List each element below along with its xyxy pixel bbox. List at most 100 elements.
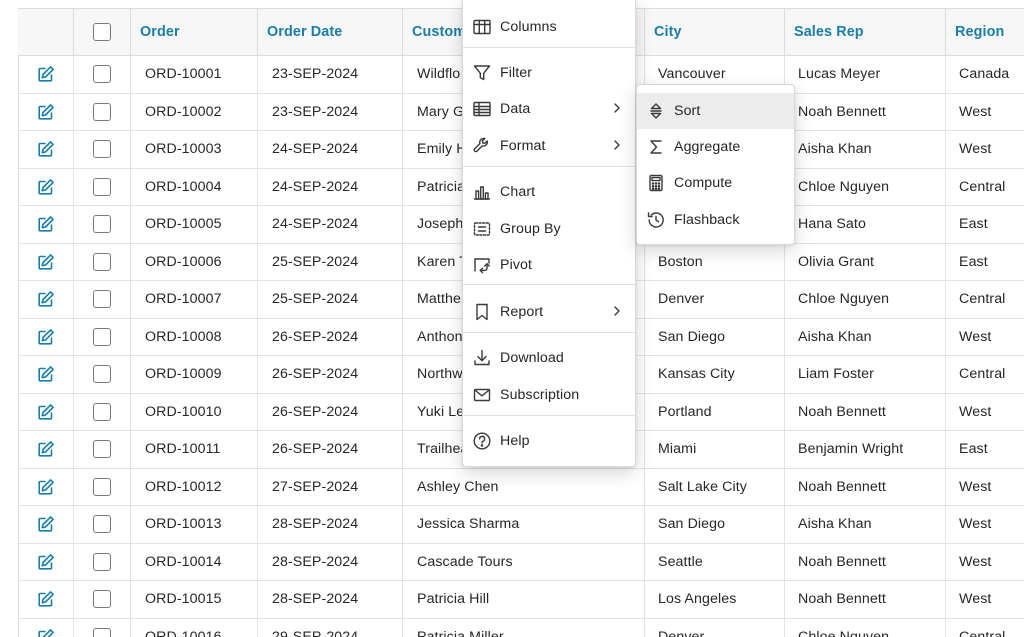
row-checkbox[interactable] — [93, 177, 111, 196]
select-cell — [74, 93, 131, 130]
row-checkbox[interactable] — [93, 515, 111, 534]
submenu-item-sort[interactable]: Sort — [637, 93, 794, 129]
edit-icon[interactable] — [37, 215, 55, 233]
row-checkbox[interactable] — [93, 140, 111, 159]
cell-order: ORD-10001 — [131, 56, 258, 93]
menu-item-data[interactable]: Data — [463, 91, 635, 127]
cell-region: West — [959, 553, 992, 570]
table-row: ORD-10013 28-SEP-2024 Jessica Sharma San… — [18, 506, 1024, 544]
row-checkbox[interactable] — [93, 365, 111, 384]
cell-region: West — [959, 516, 992, 533]
cell-order: ORD-10005 — [131, 206, 258, 243]
edit-icon[interactable] — [37, 365, 55, 383]
edit-icon[interactable] — [37, 478, 55, 496]
edit-cell — [18, 281, 74, 318]
header-order[interactable]: Order — [131, 9, 258, 55]
row-checkbox[interactable] — [93, 552, 111, 571]
row-checkbox[interactable] — [93, 590, 111, 609]
row-checkbox[interactable] — [93, 102, 111, 121]
cell-order-date: 29-SEP-2024 — [258, 618, 403, 637]
menu-item-label: Subscription — [500, 387, 580, 403]
cell-city: Kansas City — [645, 356, 785, 393]
menu-item-filter[interactable]: Filter — [463, 55, 635, 91]
bookmark-icon — [472, 302, 492, 322]
select-cell — [74, 356, 131, 393]
edit-icon[interactable] — [37, 253, 55, 271]
select-cell — [74, 543, 131, 580]
edit-icon[interactable] — [37, 178, 55, 196]
row-checkbox[interactable] — [93, 65, 111, 84]
edit-cell — [18, 468, 74, 505]
menu-item-chart[interactable]: Chart — [463, 174, 635, 210]
submenu-item-flashback[interactable]: Flashback — [637, 202, 794, 238]
submenu-item-compute[interactable]: Compute — [637, 165, 794, 201]
row-checkbox[interactable] — [93, 477, 111, 496]
cell-sales-rep: Aisha Khan — [785, 131, 946, 168]
edit-icon[interactable] — [37, 590, 55, 608]
row-checkbox[interactable] — [93, 252, 111, 271]
menu-item-label: Format — [500, 138, 546, 154]
header-select-all-cell — [74, 9, 131, 55]
submenu-item-label: Sort — [674, 103, 701, 119]
edit-icon[interactable] — [37, 140, 55, 158]
edit-icon[interactable] — [37, 440, 55, 458]
edit-cell — [18, 318, 74, 355]
report-page: Order Order Date Custom City Sales Rep R… — [0, 0, 1024, 637]
edit-icon[interactable] — [37, 103, 55, 121]
menu-item-report[interactable]: Report — [463, 294, 635, 330]
menu-item-group-by[interactable]: Group By — [463, 211, 635, 247]
cell-order-date: 27-SEP-2024 — [258, 468, 403, 505]
cell-order: ORD-10002 — [131, 93, 258, 130]
cell-region: Central — [959, 366, 1006, 383]
cell-city: Denver — [645, 281, 785, 318]
edit-icon[interactable] — [37, 515, 55, 533]
select-all-checkbox[interactable] — [93, 23, 111, 41]
menu-item-pivot[interactable]: Pivot — [463, 247, 635, 283]
menu-item-download[interactable]: Download — [463, 340, 635, 376]
row-checkbox[interactable] — [93, 290, 111, 309]
edit-icon[interactable] — [37, 65, 55, 83]
edit-icon[interactable] — [37, 328, 55, 346]
cell-region: Central — [959, 628, 1006, 637]
header-city[interactable]: City — [645, 9, 785, 55]
menu-item-subscription[interactable]: Subscription — [463, 377, 635, 413]
edit-icon[interactable] — [37, 403, 55, 421]
select-cell — [74, 506, 131, 543]
edit-icon[interactable] — [37, 290, 55, 308]
cell-city: Seattle — [645, 543, 785, 580]
submenu-item-aggregate[interactable]: Aggregate — [637, 129, 794, 165]
row-checkbox[interactable] — [93, 327, 111, 346]
row-checkbox[interactable] — [93, 627, 111, 637]
header-sales-rep[interactable]: Sales Rep — [785, 9, 946, 55]
cell-region: Central — [959, 291, 1006, 308]
row-checkbox[interactable] — [93, 440, 111, 459]
select-cell — [74, 243, 131, 280]
cell-order: ORD-10009 — [131, 356, 258, 393]
cell-order-date: 24-SEP-2024 — [258, 168, 403, 205]
edit-icon[interactable] — [37, 628, 55, 637]
cell-city: Miami — [645, 431, 785, 468]
header-region[interactable]: Region — [946, 9, 1024, 55]
cell-order-date: 28-SEP-2024 — [258, 543, 403, 580]
edit-cell — [18, 206, 74, 243]
menu-item-format[interactable]: Format — [463, 128, 635, 164]
row-checkbox[interactable] — [93, 215, 111, 234]
menu-item-label: Download — [500, 350, 564, 366]
cell-sales-rep: Hana Sato — [785, 206, 946, 243]
select-cell — [74, 131, 131, 168]
pivot-icon — [472, 255, 492, 275]
select-cell — [74, 168, 131, 205]
cell-city: Salt Lake City — [645, 468, 785, 505]
row-checkbox[interactable] — [93, 402, 111, 421]
header-order-date[interactable]: Order Date — [258, 9, 403, 55]
cell-city: Boston — [645, 243, 785, 280]
cell-sales-rep: Olivia Grant — [785, 243, 946, 280]
menu-item-columns[interactable]: Columns — [463, 9, 635, 45]
edit-icon[interactable] — [37, 553, 55, 571]
columns-icon — [472, 17, 492, 37]
cell-city: Portland — [645, 393, 785, 430]
menu-item-help[interactable]: Help — [463, 423, 635, 459]
edit-cell — [18, 168, 74, 205]
edit-cell — [18, 93, 74, 130]
menu-item-label: Pivot — [500, 257, 533, 273]
